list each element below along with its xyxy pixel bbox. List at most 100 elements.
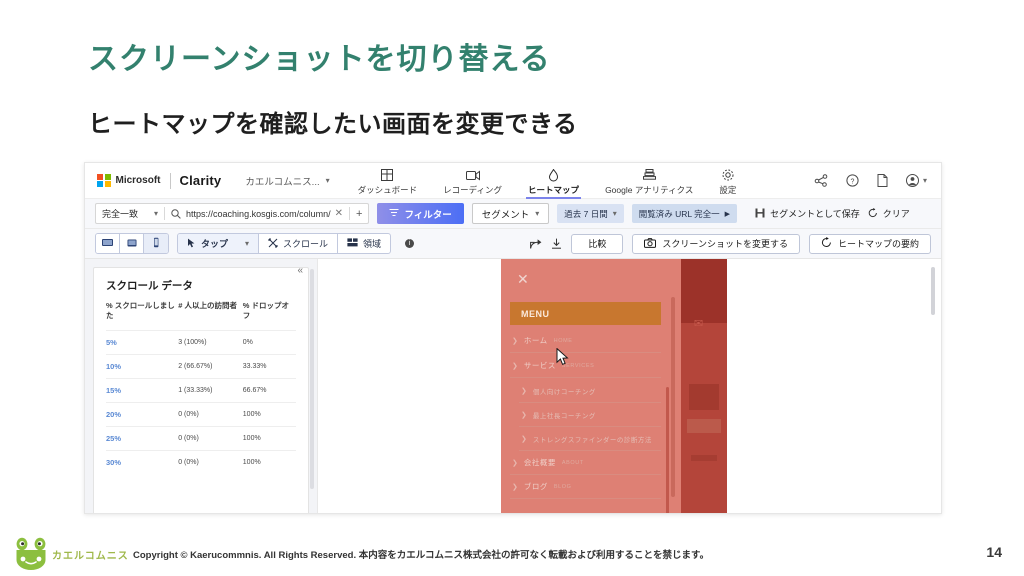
- chevron-down-icon: ▾: [612, 209, 617, 218]
- microsoft-logo-icon: [97, 173, 111, 188]
- frog-logo-icon: [16, 537, 46, 570]
- chevron-down-icon[interactable]: ▾: [245, 239, 249, 248]
- menu-item-blog[interactable]: ❯ ブログ BLOG: [510, 475, 661, 499]
- tablet-icon: [126, 235, 138, 253]
- menu-item-label: ストレングスファインダーの診断方法: [532, 436, 652, 444]
- segment-button[interactable]: セグメント ▾: [471, 203, 550, 224]
- download-icon[interactable]: [551, 238, 562, 249]
- filter-button-label: フィルター: [404, 209, 452, 221]
- date-range-chip[interactable]: 過去 7 日間 ▾: [557, 204, 624, 223]
- table-row[interactable]: 15% 1 (33.33%) 66.67%: [106, 378, 296, 403]
- sparkle-refresh-icon: [821, 237, 832, 250]
- heatmap-preview[interactable]: ✕ MENU ❯ ホーム HOME ❯ サービス SERVICES ❯ 個人向け…: [317, 259, 941, 513]
- filter-funnel-icon: [389, 208, 399, 220]
- menu-item-home[interactable]: ❯ ホーム HOME: [510, 329, 661, 353]
- cell-scrolled: 15%: [106, 378, 179, 403]
- menu-item-about[interactable]: ❯ 会社概要 ABOUT: [510, 451, 661, 475]
- change-screenshot-button[interactable]: スクリーンショットを変更する: [632, 233, 800, 254]
- save-segment-button[interactable]: セグメントとして保存: [755, 207, 860, 220]
- table-row[interactable]: 10% 2 (66.67%) 33.33%: [106, 354, 296, 379]
- table-row[interactable]: 5% 3 (100%) 0%: [106, 330, 296, 355]
- analytics-icon: [642, 169, 656, 182]
- slide-footer: カエルコムニス Copyright © Kaerucommnis. All Ri…: [0, 530, 1024, 576]
- account-avatar-icon[interactable]: ▾: [905, 174, 927, 187]
- table-row[interactable]: 25% 0 (0%) 100%: [106, 426, 296, 451]
- cell-scrolled: 10%: [106, 354, 179, 379]
- mode-scroll-button[interactable]: スクロール: [259, 234, 339, 253]
- filter-toolbar: 完全一致 ▾ https://coaching.kosgis.com/colum…: [85, 199, 941, 229]
- table-row[interactable]: 20% 0 (0%) 100%: [106, 402, 296, 427]
- area-icon: [347, 238, 358, 249]
- cell-dropoff: 33.33%: [242, 354, 296, 379]
- tab-settings[interactable]: 設定: [719, 163, 736, 199]
- tab-google-analytics[interactable]: Google アナリティクス: [605, 163, 693, 199]
- page-screenshot[interactable]: ✕ MENU ❯ ホーム HOME ❯ サービス SERVICES ❯ 個人向け…: [501, 259, 727, 513]
- menu-item-personal-coaching[interactable]: ❯ 個人向けコーチング: [519, 379, 661, 403]
- page-title: スクリーンショットを切り替える: [88, 43, 551, 76]
- scroll-icon: [268, 238, 278, 250]
- cell-dropoff: 0%: [242, 330, 296, 355]
- page-scrollbar-secondary[interactable]: [666, 387, 669, 513]
- help-icon[interactable]: ?: [846, 174, 859, 187]
- menu-item-label: 個人向けコーチング: [532, 388, 596, 396]
- compare-button[interactable]: 比較: [571, 233, 624, 254]
- table-row[interactable]: 30% 0 (0%) 100%: [106, 450, 296, 475]
- menu-item-label: サービス: [523, 361, 556, 370]
- app-body: « スクロール データ % スクロールしました # 人以上の訪問者 % ドロップ…: [85, 259, 941, 513]
- cell-visitors: 0 (0%): [178, 426, 243, 451]
- change-screenshot-label: スクリーンショットを変更する: [662, 239, 788, 249]
- site-picker-dropdown[interactable]: カエルコムニス... ▾: [245, 174, 329, 188]
- camera-icon: [644, 237, 657, 250]
- date-range-label: 過去 7 日間: [564, 208, 608, 219]
- mode-tap-button[interactable]: タップ ▾: [178, 234, 260, 253]
- tab-dashboard[interactable]: ダッシュボード: [358, 163, 417, 199]
- share-icon[interactable]: [814, 174, 828, 187]
- info-icon[interactable]: i: [405, 239, 415, 248]
- collapse-panel-icon[interactable]: «: [297, 265, 303, 276]
- panel-scrollbar[interactable]: [310, 269, 314, 490]
- cell-visitors: 2 (66.67%): [178, 354, 243, 379]
- heatmap-summary-button[interactable]: ヒートマップの要約: [808, 233, 931, 254]
- menu-item-label: ブログ: [523, 482, 548, 491]
- tab-recordings[interactable]: レコーディング: [443, 163, 502, 199]
- close-icon[interactable]: ✕: [517, 271, 529, 288]
- preview-scrollbar[interactable]: [931, 267, 935, 315]
- mobile-device-button[interactable]: [144, 234, 168, 253]
- page-scrollbar[interactable]: [671, 297, 675, 497]
- microsoft-wordmark: Microsoft: [115, 175, 161, 186]
- clear-url-icon[interactable]: ✕: [335, 208, 343, 219]
- tablet-device-button[interactable]: [120, 234, 144, 253]
- desktop-icon: [101, 235, 114, 253]
- url-filter-box[interactable]: 完全一致 ▾ https://coaching.kosgis.com/colum…: [95, 203, 370, 224]
- desktop-device-button[interactable]: [96, 234, 120, 253]
- table-header-row: % スクロールしました # 人以上の訪問者 % ドロップオフ: [106, 301, 296, 331]
- mode-area-button[interactable]: 領域: [338, 234, 390, 253]
- add-url-icon[interactable]: +: [356, 208, 362, 220]
- chevron-down-icon[interactable]: ▾: [154, 209, 158, 218]
- svg-text:?: ?: [851, 178, 855, 185]
- menu-item-sublabel: ABOUT: [561, 459, 584, 466]
- strip-block-2: [687, 419, 721, 433]
- footer-copyright: Copyright © Kaerucommnis. All Rights Res…: [133, 550, 710, 561]
- filter-button[interactable]: フィルター: [377, 203, 464, 224]
- strip-block-top: [681, 259, 727, 323]
- mode-scroll-label: スクロール: [283, 239, 329, 249]
- site-picker-label: カエルコムニス...: [245, 176, 320, 188]
- compare-label: 比較: [588, 239, 607, 249]
- recording-icon: [465, 169, 480, 182]
- url-input-value[interactable]: https://coaching.kosgis.com/column/: [186, 209, 331, 219]
- tab-heatmaps[interactable]: ヒートマップ: [526, 163, 582, 199]
- clear-filters-button[interactable]: クリア: [868, 207, 910, 220]
- menu-item-ceo-coaching[interactable]: ❯ 最上社長コーチング: [519, 403, 661, 427]
- cell-visitors: 3 (100%): [178, 330, 243, 355]
- share-export-icon[interactable]: [530, 238, 542, 249]
- column-header-dropoff: % ドロップオフ: [242, 301, 290, 321]
- document-icon[interactable]: [877, 174, 888, 187]
- heatmap-summary-label: ヒートマップの要約: [837, 239, 919, 249]
- url-filter-chip[interactable]: 閲覧済み URL 完全一 ▶: [631, 204, 738, 223]
- menu-item-services[interactable]: ❯ サービス SERVICES: [510, 354, 661, 378]
- chevron-down-icon: ▾: [325, 176, 330, 185]
- column-header-visitors: # 人以上の訪問者: [178, 301, 237, 310]
- strip-block-3: [691, 455, 717, 461]
- menu-item-strengthsfinder[interactable]: ❯ ストレングスファインダーの診断方法: [519, 427, 661, 451]
